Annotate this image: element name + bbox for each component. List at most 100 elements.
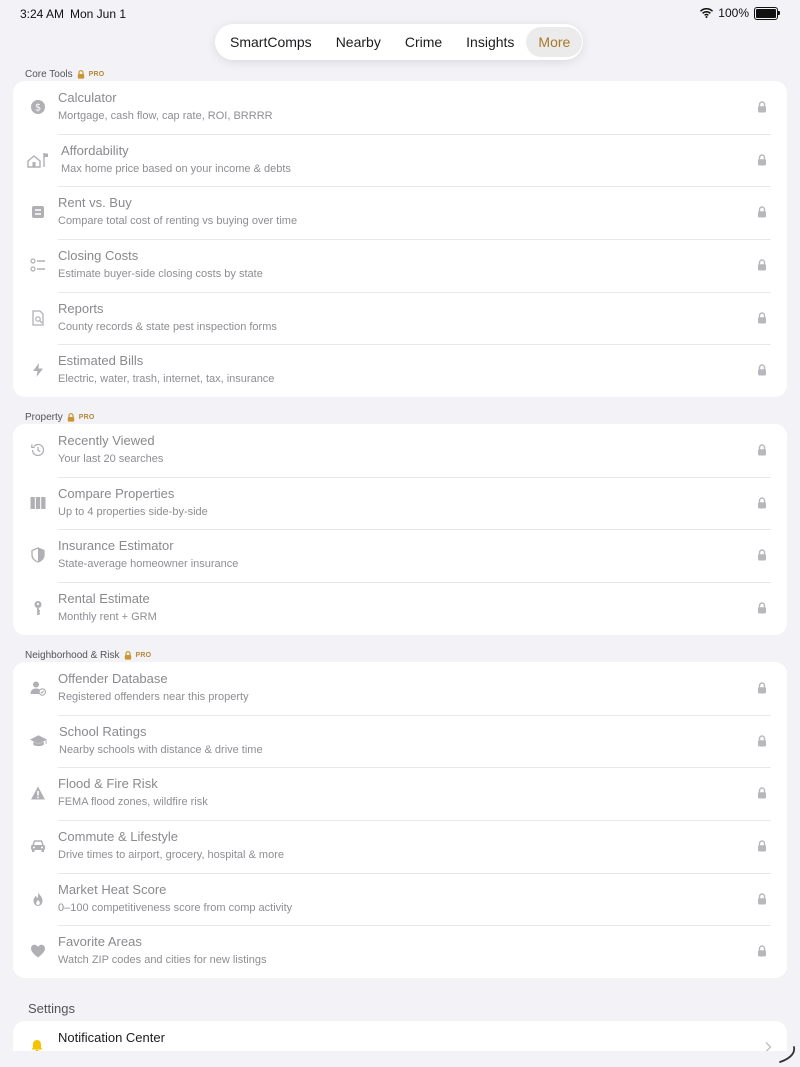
lock-icon — [758, 602, 766, 614]
list-item-affordability[interactable]: Affordability Max home price based on yo… — [13, 133, 787, 187]
svg-text:$: $ — [35, 103, 41, 114]
tab-insights[interactable]: Insights — [454, 27, 526, 57]
bolt-icon — [29, 361, 47, 379]
status-indicators: 100% — [700, 6, 780, 20]
list-item-recently-viewed[interactable]: Recently Viewed Your last 20 searches — [13, 424, 787, 477]
pro-badge: PRO — [135, 652, 152, 659]
lock-icon — [758, 787, 766, 799]
item-subtitle: Nearby schools with distance & drive tim… — [59, 743, 263, 756]
item-subtitle: County records & state pest inspection f… — [58, 320, 277, 333]
lock-icon — [758, 945, 766, 957]
item-subtitle: Compare total cost of renting vs buying … — [58, 215, 298, 228]
battery-icon — [754, 6, 780, 20]
shield-icon — [29, 546, 47, 564]
item-title: Commute & Lifestyle — [58, 829, 178, 845]
status-bar: 3:24 AM Mon Jun 1 100% — [0, 0, 800, 26]
item-title: Favorite Areas — [58, 934, 142, 950]
item-title: Rent vs. Buy — [58, 195, 132, 211]
list-item-favorite-areas[interactable]: Favorite Areas Watch ZIP codes and citie… — [13, 925, 787, 978]
lock-icon — [758, 101, 766, 113]
list-item-market-heat-score[interactable]: Market Heat Score 0–100 competitiveness … — [13, 872, 787, 926]
lock-icon — [758, 364, 766, 376]
lock-icon — [758, 497, 766, 509]
section-header-property: Property PRO — [25, 412, 95, 423]
item-title: Rental Estimate — [58, 591, 150, 607]
item-subtitle: Drive times to airport, grocery, hospita… — [58, 849, 284, 862]
item-subtitle: Up to 4 properties side-by-side — [58, 505, 208, 518]
item-subtitle: State-average homeowner insurance — [58, 558, 239, 571]
item-title: Market Heat Score — [58, 881, 167, 897]
item-title: Flood & Fire Risk — [58, 776, 158, 792]
lock-icon — [77, 70, 84, 79]
loading-spinner-icon — [779, 1046, 796, 1063]
section-title: Core Tools — [25, 69, 73, 80]
item-title: Affordability — [61, 142, 129, 158]
item-title: Recently Viewed — [58, 433, 155, 448]
checklist-icon — [29, 256, 47, 274]
list-item-compare-properties[interactable]: Compare Properties Up to 4 properties si… — [13, 476, 787, 530]
item-title: Offender Database — [58, 671, 168, 686]
list-item-closing-costs[interactable]: Closing Costs Estimate buyer-side closin… — [13, 239, 787, 292]
chevron-right-icon — [765, 1042, 772, 1051]
list-item-offender-database[interactable]: Offender Database Registered offenders n… — [13, 662, 787, 715]
tab-smartcomps[interactable]: SmartComps — [218, 27, 324, 57]
list-item-calculator[interactable]: $ Calculator Mortgage, cash flow, cap ra… — [13, 81, 787, 134]
list-item-notification-center[interactable]: Notification Center — [13, 1021, 787, 1051]
wifi-icon — [700, 8, 714, 18]
history-icon — [29, 441, 47, 459]
lock-icon — [758, 259, 766, 271]
lock-icon — [758, 444, 766, 456]
tab-nearby[interactable]: Nearby — [324, 27, 393, 57]
section-header-neighborhood-risk: Neighborhood & Risk PRO — [25, 650, 151, 661]
item-subtitle: Watch ZIP codes and cities for new listi… — [58, 954, 267, 967]
list-item-school-ratings[interactable]: School Ratings Nearby schools with dista… — [13, 714, 787, 768]
lock-icon — [758, 549, 766, 561]
item-title: Compare Properties — [58, 485, 175, 501]
list-item-flood-fire-risk[interactable]: Flood & Fire Risk FEMA flood zones, wild… — [13, 767, 787, 820]
list-item-rental-estimate[interactable]: Rental Estimate Monthly rent + GRM — [13, 582, 787, 635]
section-header-core-tools: Core Tools PRO — [25, 69, 104, 80]
item-title: Reports — [58, 300, 104, 316]
pro-badge: PRO — [88, 71, 105, 78]
item-subtitle: Max home price based on your income & de… — [61, 162, 291, 175]
columns-icon — [29, 494, 47, 512]
bell-icon — [31, 1040, 43, 1051]
lock-icon — [758, 206, 766, 218]
item-subtitle: Your last 20 searches — [58, 453, 164, 465]
card-settings: Notification Center — [13, 1021, 787, 1051]
lock-icon — [758, 893, 766, 905]
list-item-rent-vs-buy[interactable]: Rent vs. Buy Compare total cost of renti… — [13, 186, 787, 239]
card-core-tools: $ Calculator Mortgage, cash flow, cap ra… — [13, 81, 787, 397]
house-flag-icon — [27, 151, 49, 169]
top-tab-bar: SmartComps Nearby Crime Insights More — [215, 24, 583, 60]
item-title: School Ratings — [59, 723, 147, 739]
tab-crime[interactable]: Crime — [393, 27, 454, 57]
compare-icon — [29, 203, 47, 221]
card-neighborhood-risk: Offender Database Registered offenders n… — [13, 662, 787, 978]
settings-header: Settings — [28, 1001, 75, 1016]
lock-icon — [758, 682, 766, 694]
lock-icon — [758, 735, 766, 747]
item-title: Estimated Bills — [58, 353, 144, 369]
pro-badge: PRO — [78, 414, 95, 421]
card-property: Recently Viewed Your last 20 searches Co… — [13, 424, 787, 635]
warning-icon — [29, 784, 47, 802]
list-item-insurance-estimator[interactable]: Insurance Estimator State-average homeow… — [13, 529, 787, 582]
key-icon — [29, 599, 47, 617]
item-title: Closing Costs — [58, 248, 139, 264]
item-subtitle: FEMA flood zones, wildfire risk — [58, 796, 208, 809]
list-item-estimated-bills[interactable]: Estimated Bills Electric, water, trash, … — [13, 344, 787, 397]
lock-icon — [124, 651, 131, 660]
list-item-commute-lifestyle[interactable]: Commute & Lifestyle Drive times to airpo… — [13, 820, 787, 873]
item-subtitle: Monthly rent + GRM — [58, 611, 157, 624]
car-icon — [29, 837, 47, 855]
lock-icon — [758, 312, 766, 324]
item-subtitle: Mortgage, cash flow, cap rate, ROI, BRRR… — [58, 110, 273, 122]
lock-icon — [758, 154, 766, 166]
item-subtitle: Estimate buyer-side closing costs by sta… — [58, 268, 263, 281]
tab-more[interactable]: More — [526, 27, 583, 57]
heart-icon — [29, 942, 47, 960]
document-search-icon — [29, 309, 47, 327]
list-item-reports[interactable]: Reports County records & state pest insp… — [13, 291, 787, 345]
section-title: Property — [25, 412, 63, 423]
